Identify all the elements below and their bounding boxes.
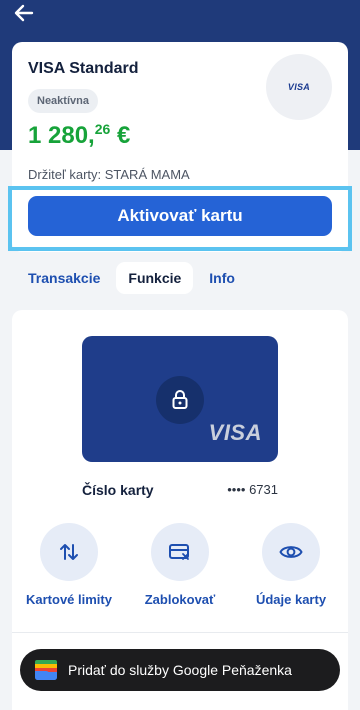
- card-balance: 1 280,26 €: [28, 121, 130, 150]
- visa-logo-text: VISA: [287, 82, 311, 92]
- tab-bar: Transakcie Funkcie Info: [16, 262, 247, 294]
- card-block-icon: [169, 544, 189, 560]
- card-brand-logo: VISA: [266, 54, 332, 120]
- swap-vertical-icon: [60, 544, 78, 560]
- card-visa-logo: VISA: [208, 420, 262, 445]
- card-holder: Držiteľ karty: STARÁ MAMA: [28, 167, 190, 182]
- card-details-icon-circle: [262, 523, 320, 581]
- tab-features[interactable]: Funkcie: [116, 262, 194, 294]
- block-card-button[interactable]: Zablokovať: [125, 523, 235, 607]
- card-details-button[interactable]: Údaje karty: [236, 523, 346, 607]
- add-to-google-wallet-button[interactable]: Pridať do služby Google Peňaženka: [20, 649, 340, 691]
- card-number-value: •••• 6731: [227, 482, 278, 497]
- google-wallet-icon: [35, 660, 57, 680]
- lock-icon: [172, 390, 188, 409]
- tab-info[interactable]: Info: [197, 262, 247, 294]
- block-card-label: Zablokovať: [144, 592, 216, 607]
- tab-transactions[interactable]: Transakcie: [16, 262, 112, 294]
- card-number-label: Číslo karty: [82, 482, 154, 498]
- arrow-left-icon: [14, 4, 34, 22]
- google-wallet-label: Pridať do služby Google Peňaženka: [68, 662, 292, 678]
- block-card-icon-circle: [151, 523, 209, 581]
- lock-badge: [156, 376, 204, 424]
- balance-currency: €: [116, 122, 131, 149]
- card-name: VISA Standard: [28, 60, 139, 77]
- card-limits-button[interactable]: Kartové limity: [14, 523, 124, 607]
- card-image: VISA: [82, 336, 278, 462]
- activate-card-button[interactable]: Aktivovať kartu: [28, 196, 332, 236]
- balance-main: 1 280,: [28, 122, 95, 149]
- card-limits-label: Kartové limity: [26, 592, 112, 607]
- balance-cents: 26: [94, 121, 111, 137]
- section-divider: [12, 632, 348, 633]
- status-badge: Neaktívna: [28, 89, 98, 113]
- back-button[interactable]: [10, 0, 38, 26]
- card-details-label: Údaje karty: [255, 592, 327, 607]
- eye-icon: [279, 546, 303, 558]
- card-limits-icon-circle: [40, 523, 98, 581]
